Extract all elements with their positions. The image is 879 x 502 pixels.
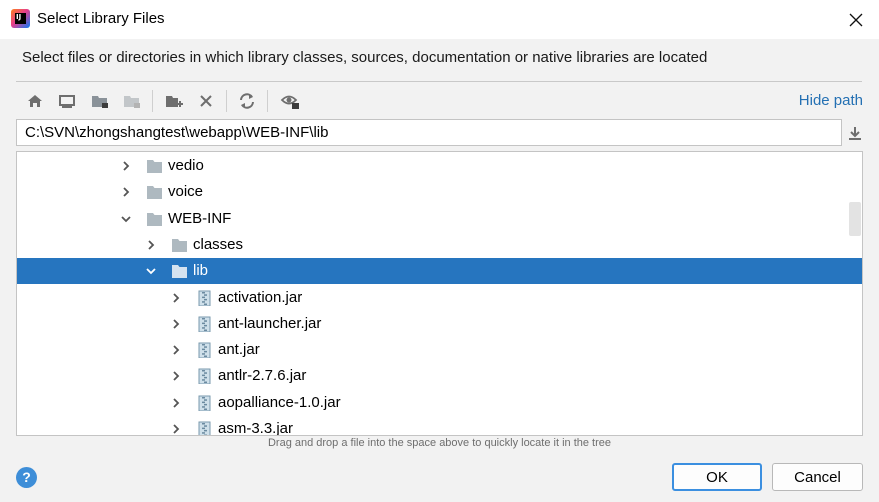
download-icon <box>849 127 861 140</box>
new-folder-icon <box>166 96 183 107</box>
jar-file-icon <box>196 421 213 435</box>
toolbar-separator <box>226 90 227 112</box>
drag-drop-hint: Drag and drop a file into the space abov… <box>267 437 612 449</box>
help-button[interactable]: ? <box>16 467 37 488</box>
tree-row-voice[interactable]: voice <box>17 179 862 205</box>
tree-row-ant-jar[interactable]: ant.jar <box>17 337 862 363</box>
module-folder-icon <box>124 96 140 108</box>
folder-icon <box>146 158 163 174</box>
tree-row-activation-jar[interactable]: activation.jar <box>17 285 862 311</box>
show-hidden-icon <box>280 95 299 109</box>
tree-row-label: vedio <box>168 157 204 174</box>
refresh-button[interactable] <box>235 90 259 112</box>
jar-file-icon <box>196 316 213 333</box>
home-button[interactable] <box>23 90 47 112</box>
ok-button[interactable]: OK <box>672 463 762 491</box>
jar-file-icon <box>196 368 213 385</box>
chevron-right-icon[interactable] <box>169 422 183 435</box>
chevron-right-icon[interactable] <box>169 291 183 305</box>
tree-row-antlr-2-7-6-jar[interactable]: antlr-2.7.6.jar <box>17 363 862 389</box>
tree-row-label: activation.jar <box>218 288 303 306</box>
tree-row-asm-3-3-jar[interactable]: asm-3.3.jar <box>17 416 862 436</box>
hide-path-link[interactable]: Hide path <box>799 92 863 109</box>
chevron-right-icon[interactable] <box>169 369 183 383</box>
path-input[interactable]: C:\SVN\zhongshangtest\webapp\WEB-INF\lib <box>16 119 842 146</box>
folder-icon <box>171 237 188 253</box>
refresh-icon <box>240 93 254 109</box>
tree-scrollbar[interactable] <box>849 202 861 236</box>
chevron-down-icon[interactable] <box>119 212 133 226</box>
chevron-right-icon[interactable] <box>119 159 133 173</box>
download-button[interactable] <box>845 122 865 144</box>
new-folder-button[interactable] <box>162 90 186 112</box>
tree-row-vedio[interactable]: vedio <box>17 153 862 179</box>
tree-row-label: lib <box>193 262 209 280</box>
file-chooser-toolbar <box>16 86 862 116</box>
tree-row-label: asm-3.3.jar <box>218 420 294 436</box>
folder-icon <box>146 184 163 200</box>
tree-row-label: classes <box>193 235 244 253</box>
tree-row-label: aopalliance-1.0.jar <box>218 393 341 411</box>
window-title: Select Library Files <box>37 10 165 27</box>
folder-icon <box>146 211 163 227</box>
tree-row-ant-launcher-jar[interactable]: ant-launcher.jar <box>17 311 862 337</box>
tree-row-label: WEB-INF <box>168 209 232 227</box>
show-hidden-button[interactable] <box>278 90 302 112</box>
cancel-button[interactable]: Cancel <box>772 463 863 491</box>
chevron-right-icon[interactable] <box>144 238 158 252</box>
tree-row-aopalliance-1-0-jar[interactable]: aopalliance-1.0.jar <box>17 390 862 416</box>
desktop-icon <box>59 95 75 108</box>
file-tree[interactable]: vedio voice WEB-INF classes lib activation.ja… <box>16 151 863 436</box>
jar-file-icon <box>196 290 213 306</box>
tree-row-label: antlr-2.7.6.jar <box>218 367 307 385</box>
close-icon <box>849 13 863 26</box>
tree-row-label: ant-launcher.jar <box>218 314 322 332</box>
module-folder-button[interactable] <box>120 90 144 112</box>
delete-icon <box>200 95 212 107</box>
title-bar: IJ Select Library Files <box>0 0 879 39</box>
tree-row-lib[interactable]: lib <box>17 258 862 285</box>
toolbar-separator <box>152 90 153 112</box>
tree-row-web-inf[interactable]: WEB-INF <box>17 206 862 232</box>
chevron-right-icon[interactable] <box>119 185 133 199</box>
home-icon <box>28 95 42 107</box>
delete-button[interactable] <box>194 90 218 112</box>
tree-row-classes[interactable]: classes <box>17 232 862 258</box>
project-folder-button[interactable] <box>88 90 112 112</box>
dialog-description: Select files or directories in which lib… <box>22 49 708 66</box>
chevron-right-icon[interactable] <box>169 343 183 357</box>
toolbar-separator <box>267 90 268 112</box>
folder-icon <box>171 263 188 279</box>
tree-row-label: voice <box>168 183 204 201</box>
desktop-button[interactable] <box>55 90 79 112</box>
close-button[interactable] <box>833 0 879 39</box>
intellij-app-icon: IJ <box>11 9 30 28</box>
chevron-right-icon[interactable] <box>169 396 183 410</box>
jar-file-icon <box>196 342 213 359</box>
project-folder-icon <box>92 96 108 108</box>
divider <box>16 81 862 82</box>
chevron-down-icon[interactable] <box>144 264 158 278</box>
tree-row-label: ant.jar <box>218 341 260 359</box>
jar-file-icon <box>196 395 213 412</box>
chevron-right-icon[interactable] <box>169 317 183 331</box>
